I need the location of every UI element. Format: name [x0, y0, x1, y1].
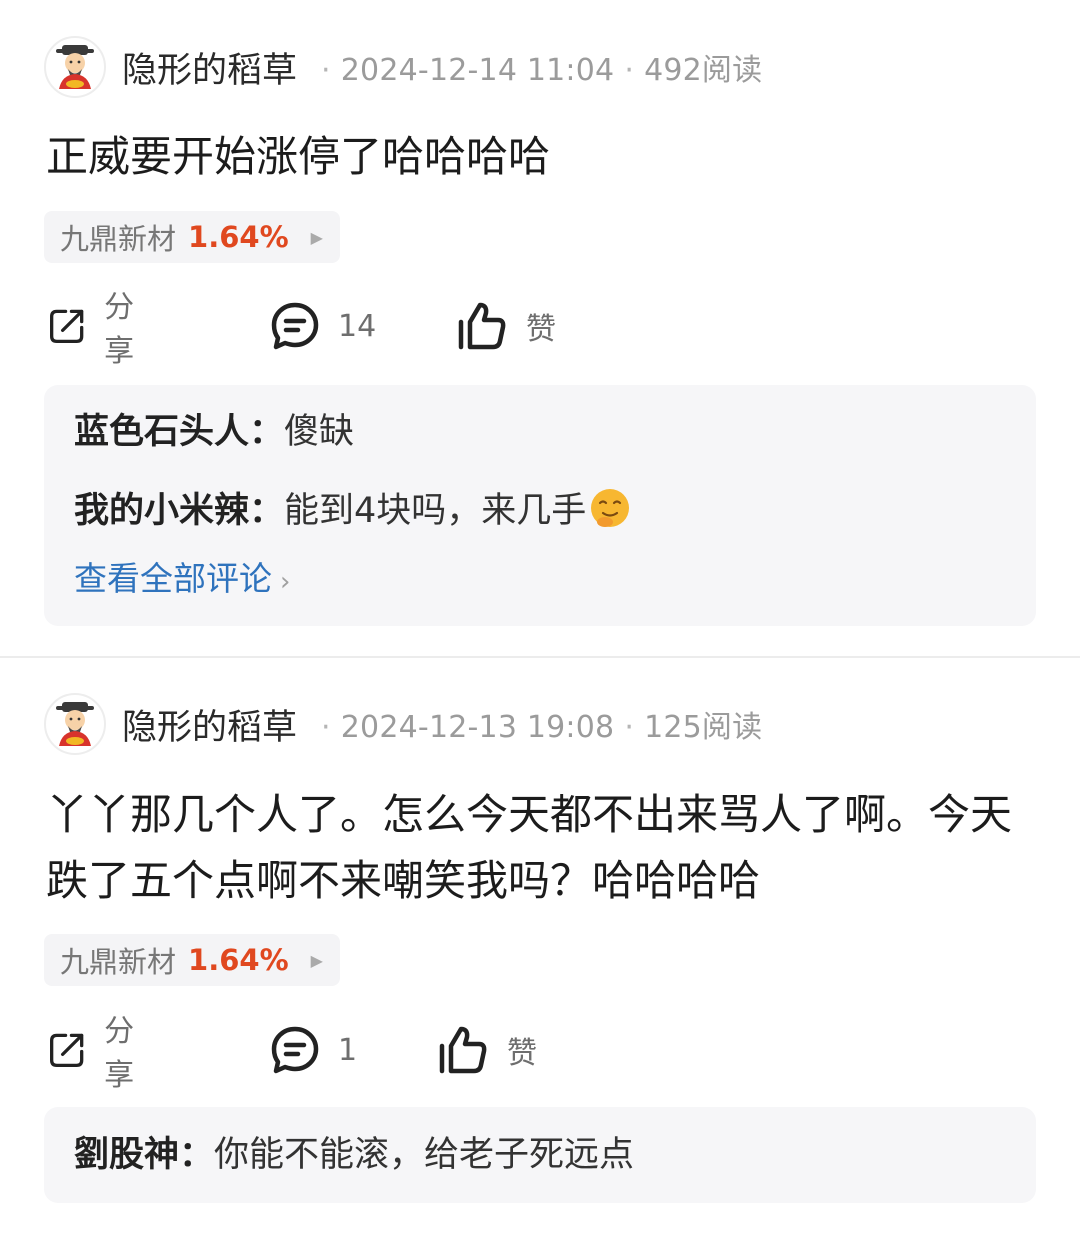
- thumbs-up-icon: [439, 1026, 487, 1074]
- comment-text: 能到4块吗，来几手: [284, 491, 587, 531]
- share-label: 分享: [104, 1014, 135, 1093]
- stock-name: 九鼎新材: [60, 945, 177, 979]
- play-arrow-icon: ▶: [310, 227, 323, 247]
- comment-icon: [271, 1026, 319, 1074]
- like-label: 赞: [507, 1036, 537, 1071]
- like-button[interactable]: 赞: [437, 1020, 537, 1080]
- post-header: 隐形的稻草 · 2024-12-14 11:04 · 492阅读: [44, 34, 762, 100]
- post-content[interactable]: 正威要开始涨停了哈哈哈哈: [46, 124, 1040, 190]
- comment-item[interactable]: 蓝色石头人：傻缺: [74, 410, 354, 454]
- avatar[interactable]: [44, 36, 106, 98]
- share-icon: [50, 1033, 84, 1068]
- comment-user[interactable]: 蓝色石头人：: [74, 412, 284, 452]
- fortune-god-avatar-icon: [56, 702, 94, 746]
- share-label: 分享: [104, 290, 135, 369]
- smirk-emoji-icon: [588, 486, 632, 541]
- comment-count: 14: [338, 308, 377, 344]
- avatar[interactable]: [44, 693, 106, 755]
- stock-change: 1.64%: [188, 943, 289, 977]
- stock-name: 九鼎新材: [60, 222, 177, 256]
- comment-item[interactable]: 我的小米辣：能到4块吗，来几手: [74, 486, 632, 541]
- comment-user[interactable]: 我的小米辣：: [74, 491, 284, 531]
- stock-tag[interactable]: 九鼎新材 1.64% ▶: [44, 934, 340, 986]
- comment-button[interactable]: 1: [270, 1020, 357, 1080]
- fortune-god-avatar-icon: [56, 45, 94, 89]
- comment-preview-box: 劉股神：你能不能滚，给老子死远点: [44, 1107, 1036, 1203]
- post-header: 隐形的稻草 · 2024-12-13 19:08 · 125阅读: [44, 691, 762, 757]
- read-count: 492阅读: [644, 53, 763, 88]
- comment-preview-box: 蓝色石头人：傻缺 我的小米辣：能到4块吗，来几手 查看全部评论 ›: [44, 385, 1036, 626]
- stock-tag[interactable]: 九鼎新材 1.64% ▶: [44, 211, 340, 263]
- chevron-right-icon: ›: [280, 567, 291, 597]
- comment-text: 你能不能滚，给老子死远点: [214, 1135, 635, 1175]
- comment-button[interactable]: 14: [270, 296, 376, 356]
- separator-dot: ·: [321, 710, 331, 745]
- comment-icon: [271, 302, 319, 350]
- author-name[interactable]: 隐形的稻草: [122, 42, 297, 93]
- view-all-comments-link[interactable]: 查看全部评论 ›: [74, 557, 290, 604]
- post-meta: · 2024-12-14 11:04 · 492阅读: [311, 45, 762, 89]
- share-icon: [50, 309, 84, 344]
- post-date: 2024-12-13 19:08: [340, 710, 615, 745]
- share-button[interactable]: 分享: [48, 290, 148, 369]
- read-count: 125阅读: [644, 710, 763, 745]
- comment-user[interactable]: 劉股神：: [74, 1135, 214, 1175]
- stock-change: 1.64%: [188, 220, 289, 254]
- comment-item[interactable]: 劉股神：你能不能滚，给老子死远点: [74, 1133, 634, 1177]
- view-all-label: 查看全部评论: [74, 559, 272, 598]
- share-button[interactable]: 分享: [48, 1014, 148, 1093]
- separator-dot: ·: [321, 53, 331, 88]
- like-button[interactable]: 赞: [456, 296, 556, 356]
- post-date: 2024-12-14 11:04: [340, 53, 615, 88]
- separator-dot: ·: [624, 53, 635, 88]
- separator-dot: ·: [624, 710, 635, 745]
- post-meta: · 2024-12-13 19:08 · 125阅读: [311, 702, 762, 746]
- play-arrow-icon: ▶: [310, 950, 323, 970]
- post-content[interactable]: 丫丫那几个人了。怎么今天都不出来骂人了啊。今天跌了五个点啊不来嘲笑我吗？哈哈哈哈: [46, 782, 1040, 914]
- post-card: 隐形的稻草 · 2024-12-14 11:04 · 492阅读 正威要开始涨停了哈哈…: [0, 0, 1080, 656]
- post-card: 隐形的稻草 · 2024-12-13 19:08 · 125阅读 丫丫那几个人了。怎么…: [0, 658, 1080, 1235]
- thumbs-up-icon: [458, 302, 506, 350]
- like-label: 赞: [526, 312, 556, 347]
- author-name[interactable]: 隐形的稻草: [122, 699, 297, 750]
- comment-text: 傻缺: [284, 412, 355, 452]
- comment-count: 1: [338, 1032, 358, 1068]
